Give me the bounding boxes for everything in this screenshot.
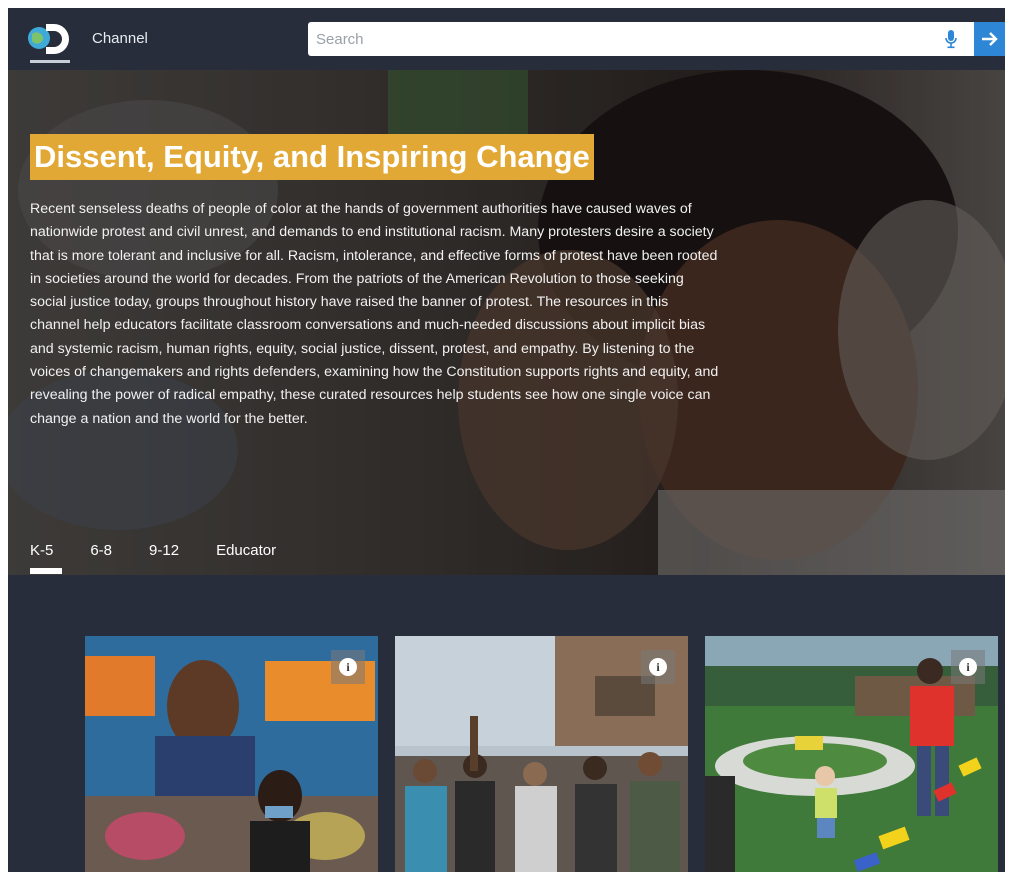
search-bar xyxy=(308,22,1005,56)
search-submit-button[interactable] xyxy=(974,22,1005,56)
hero-title: Dissent, Equity, and Inspiring Change xyxy=(30,134,594,180)
grade-tabs: K-5 6-8 9-12 Educator xyxy=(30,542,313,574)
info-icon: i xyxy=(339,658,357,676)
tab-educator[interactable]: Educator xyxy=(216,542,276,559)
info-button[interactable]: i xyxy=(331,650,365,684)
tab-k-5[interactable]: K-5 xyxy=(30,542,63,574)
resource-card[interactable]: i xyxy=(395,636,688,872)
top-bar: Channel xyxy=(8,8,1005,70)
resource-card[interactable]: i xyxy=(705,636,998,872)
tab-9-12[interactable]: 9-12 xyxy=(149,542,179,559)
hero-banner: Dissent, Equity, and Inspiring Change Re… xyxy=(8,70,1005,575)
search-input[interactable] xyxy=(308,22,936,56)
info-button[interactable]: i xyxy=(641,650,675,684)
resource-card[interactable]: i xyxy=(85,636,378,872)
microphone-icon[interactable] xyxy=(944,29,958,49)
hero-description: Recent senseless deaths of people of col… xyxy=(30,201,719,427)
app-frame: Channel Search Dissent, Equity, and Insp… xyxy=(8,8,1005,872)
tab-6-8[interactable]: 6-8 xyxy=(90,542,112,559)
arrow-right-icon xyxy=(981,32,998,46)
info-icon: i xyxy=(959,658,977,676)
info-button[interactable]: i xyxy=(951,650,985,684)
channel-label: Channel xyxy=(92,30,148,47)
discovery-education-logo[interactable] xyxy=(24,18,78,66)
info-icon: i xyxy=(649,658,667,676)
